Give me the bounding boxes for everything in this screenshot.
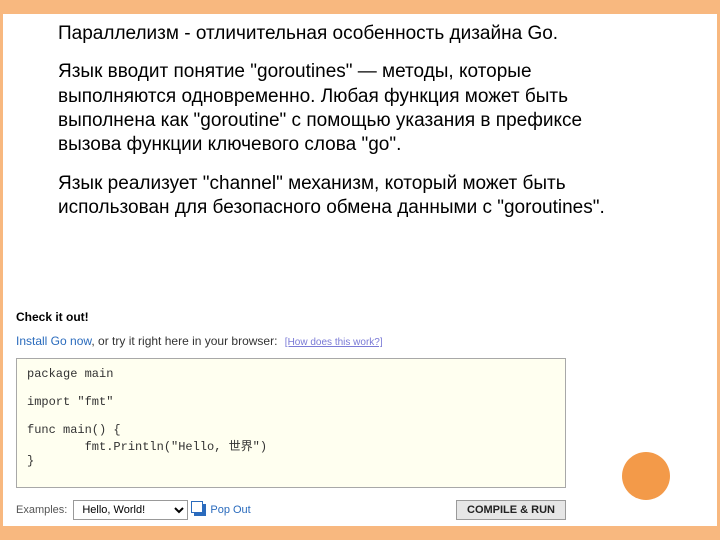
playground-toolbar: Examples: Hello, World! Pop Out COMPILE …	[16, 500, 566, 520]
slide-text-content: Параллелизм - отличительная особенность …	[58, 22, 638, 234]
install-go-link[interactable]: Install Go now	[16, 334, 91, 348]
prompt-rest: , or try it right here in your browser:	[91, 334, 277, 348]
examples-label: Examples:	[16, 504, 67, 516]
paragraph-1: Параллелизм - отличительная особенность …	[58, 22, 638, 46]
popout-icon	[194, 504, 206, 516]
paragraph-3: Язык реализует "channel" механизм, котор…	[58, 172, 638, 221]
paragraph-2: Язык вводит понятие "goroutines" — метод…	[58, 60, 638, 157]
decorative-circle	[622, 452, 670, 500]
code-editor[interactable]: package main import "fmt" func main() { …	[16, 358, 566, 488]
prompt-line: Install Go now, or try it right here in …	[16, 334, 576, 348]
compile-run-button[interactable]: COMPILE & RUN	[456, 500, 566, 520]
popout-link[interactable]: Pop Out	[194, 504, 250, 516]
popout-label: Pop Out	[210, 504, 250, 516]
examples-select[interactable]: Hello, World!	[73, 500, 188, 520]
go-playground-widget: Check it out! Install Go now, or try it …	[16, 310, 576, 520]
how-does-this-work-link[interactable]: [How does this work?]	[285, 337, 383, 348]
check-it-out-heading: Check it out!	[16, 310, 576, 324]
